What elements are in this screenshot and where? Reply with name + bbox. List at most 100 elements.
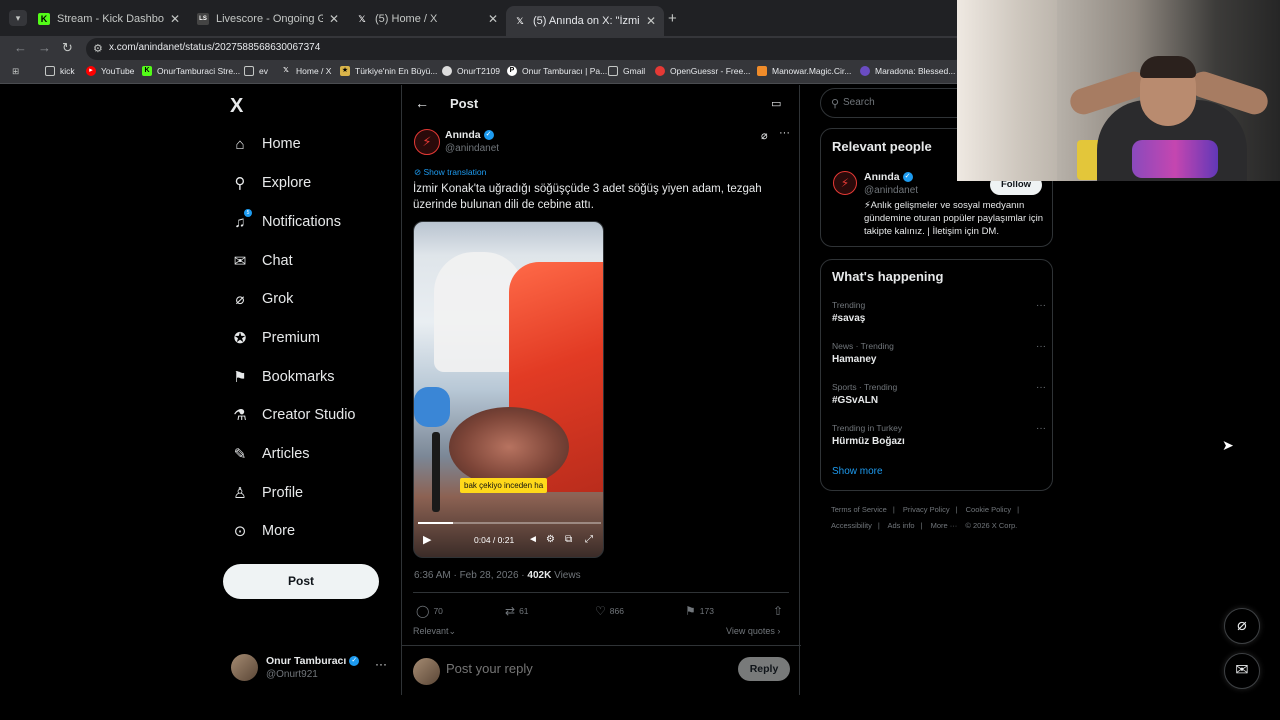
sidebar-item-grok[interactable]: ⌀ Grok bbox=[230, 287, 293, 311]
url-text[interactable]: x.com/anindanet/status/20275885686300673… bbox=[109, 42, 320, 53]
trend-item[interactable]: Trending in Turkey Hürmüz Boğazı ··· bbox=[832, 423, 1046, 455]
author-avatar[interactable]: ⚡ bbox=[414, 129, 440, 155]
more-horizontal-icon[interactable]: ··· bbox=[779, 127, 790, 139]
bookmark-onurt2109[interactable]: OnurT2109 bbox=[442, 66, 500, 76]
bookmark-ev[interactable]: ev bbox=[244, 66, 268, 76]
close-icon[interactable]: ✕ bbox=[329, 12, 339, 26]
tab-search-button[interactable]: ▾ bbox=[9, 10, 27, 26]
repost-action[interactable]: ⇄ 61 bbox=[505, 604, 529, 618]
footer-link-accessibility[interactable]: Accessibility bbox=[831, 521, 872, 530]
tab-livescore[interactable]: LS Livescore - Ongoing Games and ✕ bbox=[189, 7, 347, 31]
play-icon[interactable]: ▶ bbox=[423, 533, 431, 546]
sidebar-item-profile[interactable]: ♙ Profile bbox=[230, 481, 303, 505]
flask-icon: ⚗ bbox=[233, 407, 247, 424]
bookmark-gmail[interactable]: Gmail bbox=[608, 66, 645, 76]
reply-count: 70 bbox=[433, 606, 443, 616]
show-translation-link[interactable]: ⊘ Show translation bbox=[414, 167, 486, 178]
bookmark-turkiye[interactable]: ★ Türkiye'nin En Büyü... bbox=[340, 66, 437, 76]
post-button[interactable]: Post bbox=[223, 564, 379, 599]
site-icon bbox=[860, 66, 870, 76]
share-action[interactable]: ⇧ bbox=[773, 604, 787, 618]
tab-home-x[interactable]: 𝕏 (5) Home / X ✕ bbox=[348, 7, 506, 31]
footer-copyright: © 2026 X Corp. bbox=[965, 521, 1018, 530]
new-tab-button[interactable]: + bbox=[668, 10, 677, 27]
bookmark-action[interactable]: ⚑ 173 bbox=[685, 604, 714, 618]
author-handle[interactable]: @anindanet bbox=[445, 143, 499, 154]
author-name[interactable]: Anında bbox=[445, 129, 481, 141]
person-name-row[interactable]: Anında ✓ bbox=[864, 171, 913, 183]
sort-dropdown[interactable]: Relevant⌄ bbox=[413, 626, 456, 637]
reply-button[interactable]: Reply bbox=[738, 657, 790, 681]
more-horizontal-icon[interactable]: ··· bbox=[1036, 300, 1046, 311]
tab-active-post[interactable]: 𝕏 (5) Anında on X: "İzmir Konak'ta ✕ bbox=[506, 6, 664, 36]
bookmark-onurtamburaci-stream[interactable]: K OnurTamburaci Stre... bbox=[142, 66, 240, 76]
like-action[interactable]: ♡ 866 bbox=[595, 604, 624, 618]
sidebar-item-explore[interactable]: ⚲ Explore bbox=[230, 171, 312, 195]
post-timestamp[interactable]: 6:36 AM · Feb 28, 2026 · bbox=[414, 570, 527, 581]
messages-floating-button[interactable]: ✉ bbox=[1224, 653, 1260, 689]
address-bar[interactable]: ⚙ x.com/anindanet/status/202758856863006… bbox=[86, 38, 966, 60]
more-horizontal-icon[interactable]: ··· bbox=[1036, 341, 1046, 352]
card-title: What's happening bbox=[832, 269, 944, 284]
close-icon[interactable]: ✕ bbox=[646, 14, 656, 28]
author-name-row[interactable]: Anında ✓ bbox=[445, 129, 494, 141]
sidebar-item-home[interactable]: ⌂ Home bbox=[230, 132, 300, 156]
trend-item[interactable]: Sports · Trending #GSvALN ··· bbox=[832, 382, 1046, 414]
bookmark-maradona[interactable]: Maradona: Blessed... bbox=[860, 66, 955, 76]
volume-icon[interactable]: ◄ bbox=[528, 534, 538, 545]
footer-link-cookie[interactable]: Cookie Policy bbox=[966, 505, 1011, 514]
site-settings-icon[interactable]: ⚙ bbox=[93, 42, 103, 55]
show-more-link[interactable]: Show more bbox=[832, 466, 883, 477]
grok-floating-button[interactable]: ⌀ bbox=[1224, 608, 1260, 644]
more-horizontal-icon[interactable]: ··· bbox=[1036, 423, 1046, 434]
trend-item[interactable]: Trending #savaş ··· bbox=[832, 300, 1046, 332]
footer-link-terms[interactable]: Terms of Service bbox=[831, 505, 887, 514]
settings-icon[interactable]: ⚙ bbox=[546, 534, 555, 545]
sidebar-item-more[interactable]: ⊙ More bbox=[230, 519, 295, 543]
view-quotes-link[interactable]: View quotes › bbox=[726, 626, 780, 636]
bookmark-manowar[interactable]: Manowar.Magic.Cir... bbox=[757, 66, 851, 76]
trend-item[interactable]: News · Trending Hamaney ··· bbox=[832, 341, 1046, 373]
sidebar-item-notifications[interactable]: ♫ 5 Notifications bbox=[230, 209, 341, 234]
bookmark-onur-pa[interactable]: P Onur Tamburacı | Pa... bbox=[507, 66, 607, 76]
video-progress-bar[interactable] bbox=[418, 522, 601, 524]
person-name[interactable]: Anında bbox=[864, 171, 900, 183]
close-icon[interactable]: ✕ bbox=[170, 12, 180, 26]
footer-link-privacy[interactable]: Privacy Policy bbox=[903, 505, 950, 514]
close-icon[interactable]: ✕ bbox=[488, 12, 498, 26]
tab-kick[interactable]: K Stream - Kick Dashboard ✕ bbox=[30, 7, 188, 31]
person-avatar[interactable]: ⚡ bbox=[833, 171, 857, 195]
sidebar-item-premium[interactable]: ✪ Premium bbox=[230, 326, 320, 350]
show-translation-label: Show translation bbox=[423, 167, 487, 177]
sidebar-item-articles[interactable]: ✎ Articles bbox=[230, 442, 310, 466]
bookmark-label: Onur Tamburacı | Pa... bbox=[522, 66, 608, 76]
reply-input[interactable] bbox=[446, 661, 716, 676]
pip-icon[interactable]: ⧉ bbox=[565, 534, 572, 545]
sidebar-item-creator-studio[interactable]: ⚗ Creator Studio bbox=[230, 403, 355, 427]
footer-link-ads[interactable]: Ads info bbox=[887, 521, 914, 530]
back-arrow-icon[interactable]: ← bbox=[415, 95, 429, 111]
bookmark-youtube[interactable]: ▸ YouTube bbox=[86, 66, 134, 76]
x-logo[interactable]: X bbox=[230, 95, 243, 118]
more-horizontal-icon[interactable]: ··· bbox=[1036, 382, 1046, 393]
account-switcher[interactable]: Onur Tamburacı ✓ @Onurt921 ··· bbox=[231, 653, 391, 683]
grok-icon[interactable]: ⌀ bbox=[761, 129, 768, 142]
verified-icon: ✓ bbox=[349, 656, 360, 667]
person-handle[interactable]: @anindanet bbox=[864, 185, 918, 196]
bookmark-home-x[interactable]: 𝕏 Home / X bbox=[281, 66, 331, 76]
livescore-icon: LS bbox=[197, 13, 209, 25]
video-player[interactable]: bak çekiyo inceden ha ▶ 0:04 / 0:21 ◄ ⚙ … bbox=[413, 221, 604, 558]
reader-mode-icon[interactable]: ▭ bbox=[771, 97, 781, 110]
back-icon[interactable]: ← bbox=[14, 40, 27, 55]
footer-link-more[interactable]: More ··· bbox=[931, 521, 958, 530]
forward-icon[interactable]: → bbox=[38, 40, 51, 55]
more-horizontal-icon[interactable]: ··· bbox=[375, 657, 387, 671]
bookmark-kick[interactable]: kick bbox=[45, 66, 75, 76]
apps-icon[interactable]: ⊞ bbox=[12, 66, 19, 77]
reply-action[interactable]: ◯ 70 bbox=[416, 604, 443, 618]
bookmark-openguessr[interactable]: OpenGuessr - Free... bbox=[655, 66, 750, 76]
sidebar-item-bookmarks[interactable]: ⚑ Bookmarks bbox=[230, 365, 334, 389]
reload-icon[interactable]: ↻ bbox=[62, 40, 73, 56]
sidebar-item-chat[interactable]: ✉ Chat bbox=[230, 249, 293, 273]
fullscreen-icon[interactable]: ⤢ bbox=[585, 534, 593, 545]
